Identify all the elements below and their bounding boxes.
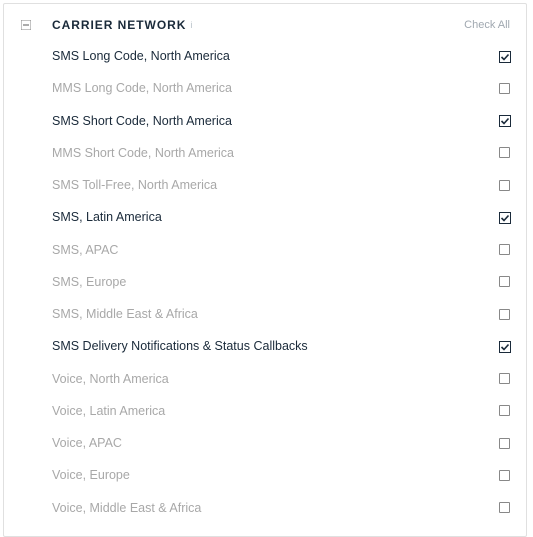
item-checkbox[interactable]	[499, 147, 510, 158]
carrier-network-panel: CARRIER NETWORK i Check All SMS Long Cod…	[3, 3, 527, 537]
item-label: MMS Short Code, North America	[52, 145, 499, 161]
item-checkbox[interactable]	[499, 373, 510, 384]
check-all-link[interactable]: Check All	[464, 19, 510, 31]
item-checkbox[interactable]	[499, 83, 510, 94]
check-icon	[499, 51, 511, 63]
list-item: MMS Short Code, North America	[52, 137, 510, 169]
list-item: SMS Toll-Free, North America	[52, 169, 510, 201]
item-label: Voice, Europe	[52, 467, 499, 483]
list-item: SMS Short Code, North America	[52, 105, 510, 137]
item-label: SMS, APAC	[52, 242, 499, 258]
check-icon	[499, 115, 511, 127]
item-checkbox[interactable]	[499, 309, 510, 320]
item-checkbox[interactable]	[499, 438, 510, 449]
item-checkbox[interactable]	[499, 115, 510, 126]
item-label: SMS Short Code, North America	[52, 113, 499, 129]
item-label: SMS, Latin America	[52, 209, 499, 225]
item-checkbox[interactable]	[499, 180, 510, 191]
collapse-toggle[interactable]	[20, 19, 32, 31]
list-item: Voice, APAC	[52, 427, 510, 459]
minus-icon	[21, 20, 31, 30]
list-item: MMS Long Code, North America	[52, 72, 510, 104]
list-item: SMS Delivery Notifications & Status Call…	[52, 330, 510, 362]
item-label: SMS Long Code, North America	[52, 48, 499, 64]
item-checkbox[interactable]	[499, 212, 510, 223]
list-item: SMS Long Code, North America	[52, 40, 510, 72]
item-checkbox[interactable]	[499, 51, 510, 62]
item-label: SMS, Europe	[52, 274, 499, 290]
item-checkbox[interactable]	[499, 244, 510, 255]
item-checkbox[interactable]	[499, 470, 510, 481]
list-item: Voice, North America	[52, 363, 510, 395]
check-icon	[499, 341, 511, 353]
check-icon	[499, 212, 511, 224]
panel-title: CARRIER NETWORK	[52, 18, 186, 32]
items-list: SMS Long Code, North America MMS Long Cod…	[4, 40, 526, 536]
item-label: SMS Toll-Free, North America	[52, 177, 499, 193]
item-label: SMS Delivery Notifications & Status Call…	[52, 338, 499, 354]
item-checkbox[interactable]	[499, 276, 510, 287]
item-label: SMS, Middle East & Africa	[52, 306, 499, 322]
list-item: Voice, Latin America	[52, 395, 510, 427]
list-item: SMS, Middle East & Africa	[52, 298, 510, 330]
list-item: Voice, Europe	[52, 459, 510, 491]
item-label: MMS Long Code, North America	[52, 80, 499, 96]
item-label: Voice, North America	[52, 371, 499, 387]
list-item: SMS, Latin America	[52, 201, 510, 233]
item-checkbox[interactable]	[499, 341, 510, 352]
item-checkbox[interactable]	[499, 405, 510, 416]
item-label: Voice, Latin America	[52, 403, 499, 419]
list-item: SMS, APAC	[52, 234, 510, 266]
panel-header: CARRIER NETWORK i Check All	[4, 4, 526, 40]
list-item: SMS, Europe	[52, 266, 510, 298]
item-label: Voice, APAC	[52, 435, 499, 451]
info-icon[interactable]: i	[190, 20, 192, 30]
